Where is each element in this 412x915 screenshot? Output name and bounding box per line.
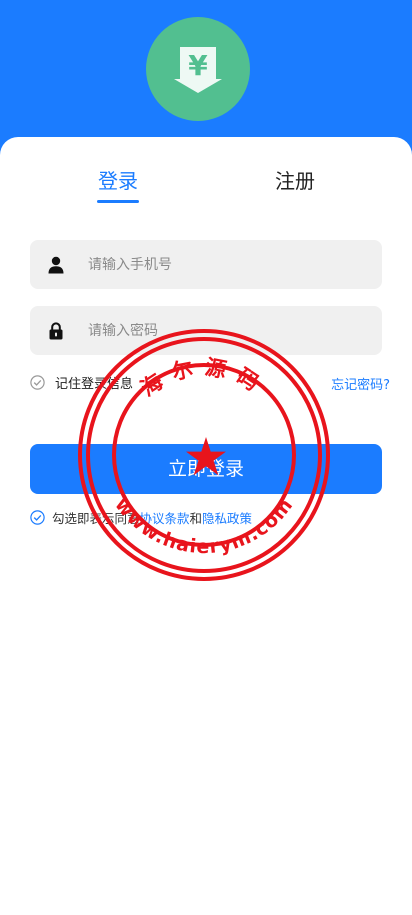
phone-field[interactable] xyxy=(30,240,382,289)
agreement-text: 勾选即表示同意协议条款和隐私政策 xyxy=(52,508,252,527)
check-circle-icon xyxy=(30,374,45,390)
phone-input[interactable] xyxy=(88,256,382,273)
check-circle-icon[interactable] xyxy=(30,509,45,525)
remember-label: 记住登录信息 xyxy=(55,376,134,392)
svg-text:¥: ¥ xyxy=(188,49,208,82)
forgot-password-link[interactable]: 忘记密码? xyxy=(331,374,390,393)
app-logo: ¥ xyxy=(146,17,250,121)
agreement-row: 勾选即表示同意协议条款和隐私政策 xyxy=(30,507,252,527)
password-field[interactable] xyxy=(30,306,382,355)
user-icon xyxy=(48,256,64,274)
lock-icon xyxy=(48,321,64,340)
privacy-link[interactable]: 隐私政策 xyxy=(202,511,252,526)
terms-link[interactable]: 协议条款 xyxy=(140,511,190,526)
tab-bar: 登录 注册 xyxy=(0,167,412,207)
active-tab-indicator xyxy=(97,200,139,203)
agreement-prefix: 勾选即表示同意 xyxy=(52,510,140,526)
yen-download-icon: ¥ xyxy=(174,47,222,93)
login-button[interactable]: 立即登录 xyxy=(30,444,382,494)
login-card: 登录 注册 记住登录信息 忘记密码? 立即登录 xyxy=(0,137,412,915)
agreement-and: 和 xyxy=(189,510,203,526)
password-input[interactable] xyxy=(88,322,382,339)
tab-login[interactable]: 登录 xyxy=(98,167,138,195)
tab-register[interactable]: 注册 xyxy=(275,167,315,195)
remember-checkbox[interactable]: 记住登录信息 xyxy=(30,372,133,392)
